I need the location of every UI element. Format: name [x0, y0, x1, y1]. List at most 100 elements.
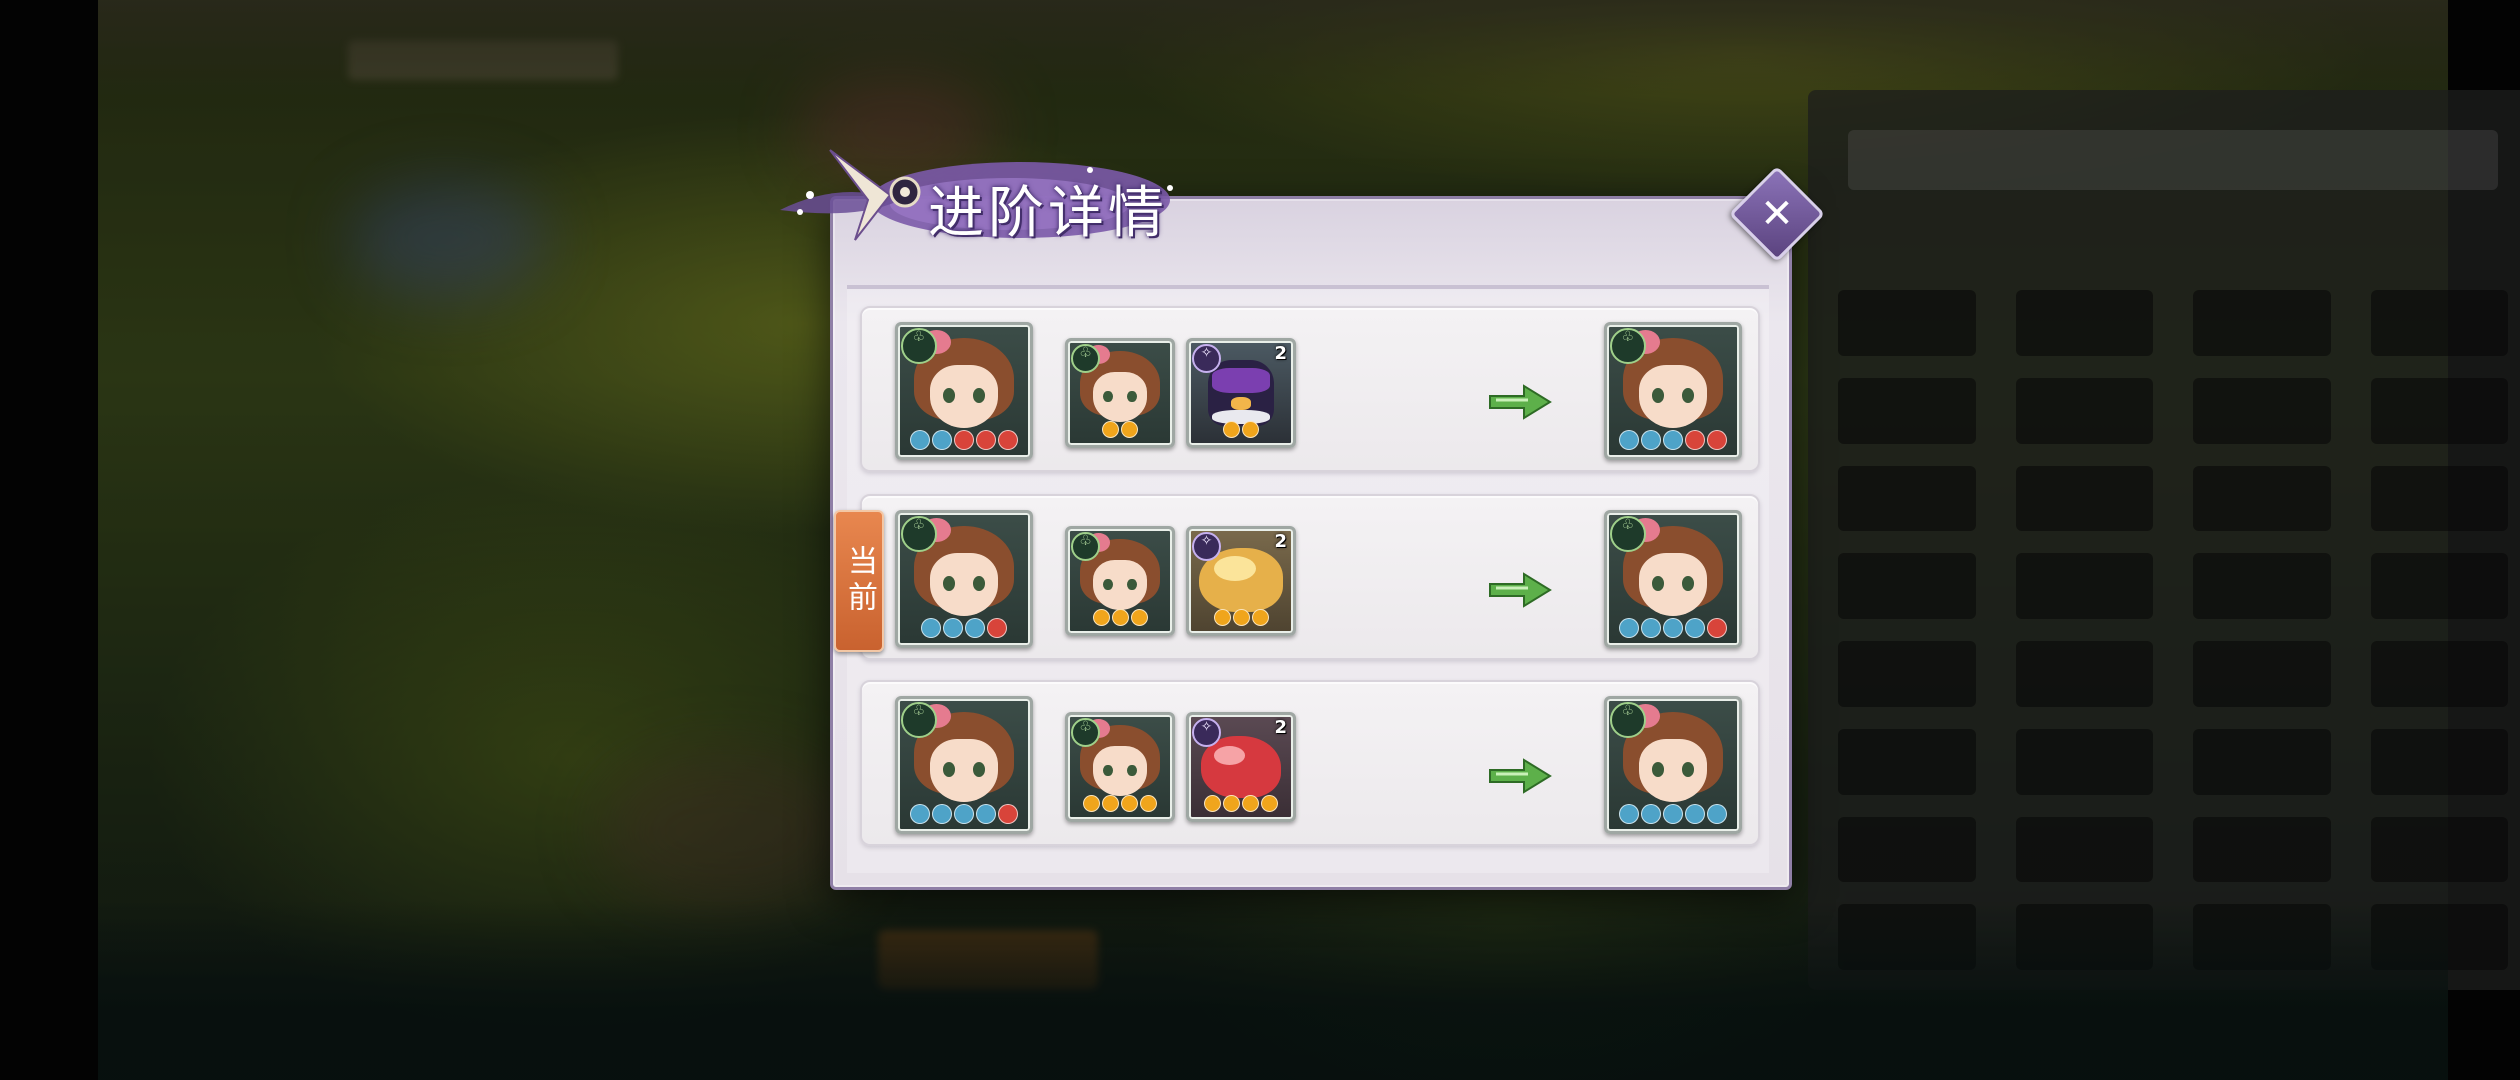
material-pet-card[interactable]: ✧ 2 [1186, 526, 1296, 636]
hero-before-card[interactable]: ♧ [895, 510, 1033, 648]
hero-eye [1103, 390, 1113, 403]
star-pip [1102, 421, 1119, 438]
star-pip [1140, 795, 1157, 812]
pet-shine [1213, 746, 1246, 765]
star-pip [1223, 795, 1240, 812]
star-pip [1111, 609, 1129, 626]
star-pip [965, 618, 985, 638]
star-pip [1619, 804, 1639, 824]
element-emblem-icon: ♧ [1610, 702, 1646, 738]
star-pip [976, 430, 996, 450]
hero-eye [973, 762, 986, 777]
star-pip [1685, 618, 1705, 638]
star-pip [910, 430, 930, 450]
upgrade-arrow-icon [1489, 758, 1552, 794]
material-pet-card[interactable]: ✧ 2 [1186, 712, 1296, 822]
hero-eye [973, 388, 986, 403]
hero-after-card[interactable]: ♧ [1604, 510, 1742, 648]
current-stage-tag: 当前 [834, 510, 884, 652]
hero-face [1638, 364, 1708, 428]
pet-beak [1230, 397, 1252, 410]
upgrade-arrow-icon [1489, 572, 1552, 608]
star-pip [1213, 609, 1231, 626]
star-pip [1130, 609, 1148, 626]
upgrade-arrow-icon [1489, 384, 1552, 420]
material-count: 2 [1274, 531, 1287, 552]
star-rating [898, 430, 1030, 453]
star-pip [954, 804, 974, 824]
star-pip [1232, 609, 1250, 626]
star-pip [1261, 795, 1278, 812]
star-pip [1685, 430, 1705, 450]
material-pet-card[interactable]: ✧ 2 [1186, 338, 1296, 448]
star-pip [1092, 609, 1110, 626]
star-pip [932, 804, 952, 824]
material-hero-card[interactable]: ♧ [1065, 338, 1175, 448]
pet-shine [1213, 556, 1256, 581]
star-pip [976, 804, 996, 824]
star-rating [1189, 421, 1293, 441]
material-hero-card[interactable]: ♧ [1065, 712, 1175, 822]
star-pip [1663, 430, 1683, 450]
element-emblem-icon: ♧ [1071, 718, 1100, 747]
hero-face [1092, 746, 1148, 797]
star-rating [1189, 609, 1293, 629]
hero-eye [973, 576, 986, 591]
hero-after-card[interactable]: ♧ [1604, 322, 1742, 460]
star-rating [898, 804, 1030, 827]
hero-face [1092, 372, 1148, 423]
star-pip [1663, 618, 1683, 638]
star-rating [1607, 804, 1739, 827]
star-rating [1068, 421, 1172, 441]
star-rating [1068, 795, 1172, 815]
pet-hat [1211, 368, 1271, 393]
star-pip [910, 804, 930, 824]
hero-eye [1651, 762, 1664, 777]
pet-emblem-icon: ✧ [1192, 344, 1221, 373]
star-pip [1242, 421, 1259, 438]
star-pip [1242, 795, 1259, 812]
hero-eye [1127, 578, 1137, 591]
star-pip [1121, 795, 1138, 812]
hero-eye [942, 576, 955, 591]
star-pip [1102, 795, 1119, 812]
star-pip [1251, 609, 1269, 626]
hero-eye [1651, 388, 1664, 403]
hero-before-card[interactable]: ♧ [895, 322, 1033, 460]
dialog-title: 进阶详情 [928, 181, 1168, 246]
element-emblem-icon: ♧ [901, 702, 937, 738]
hero-eye [1682, 388, 1695, 403]
element-emblem-icon: ♧ [1071, 532, 1100, 561]
star-pip [1223, 421, 1240, 438]
hero-eye [1651, 576, 1664, 591]
material-hero-card[interactable]: ♧ [1065, 526, 1175, 636]
star-pip [998, 804, 1018, 824]
star-pip [1619, 618, 1639, 638]
hero-face [1638, 552, 1708, 616]
element-emblem-icon: ♧ [901, 328, 937, 364]
star-pip [1663, 804, 1683, 824]
element-emblem-icon: ♧ [1610, 328, 1646, 364]
hero-face [929, 738, 999, 802]
star-pip [1685, 804, 1705, 824]
hero-before-card[interactable]: ♧ [895, 696, 1033, 834]
element-emblem-icon: ♧ [1071, 344, 1100, 373]
pet-emblem-icon: ✧ [1192, 718, 1221, 747]
hero-after-card[interactable]: ♧ [1604, 696, 1742, 834]
star-pip [1641, 430, 1661, 450]
element-emblem-icon: ♧ [1610, 516, 1646, 552]
star-rating [1189, 795, 1293, 815]
hero-face [1638, 738, 1708, 802]
star-rating [1607, 430, 1739, 453]
star-pip [932, 430, 952, 450]
star-pip [1641, 618, 1661, 638]
star-pip [998, 430, 1018, 450]
star-pip [1083, 795, 1100, 812]
hero-eye [1127, 764, 1137, 777]
hero-eye [1103, 578, 1113, 591]
hero-eye [942, 388, 955, 403]
material-count: 2 [1274, 343, 1287, 364]
star-pip [1121, 421, 1138, 438]
hero-face [929, 552, 999, 616]
element-emblem-icon: ♧ [901, 516, 937, 552]
